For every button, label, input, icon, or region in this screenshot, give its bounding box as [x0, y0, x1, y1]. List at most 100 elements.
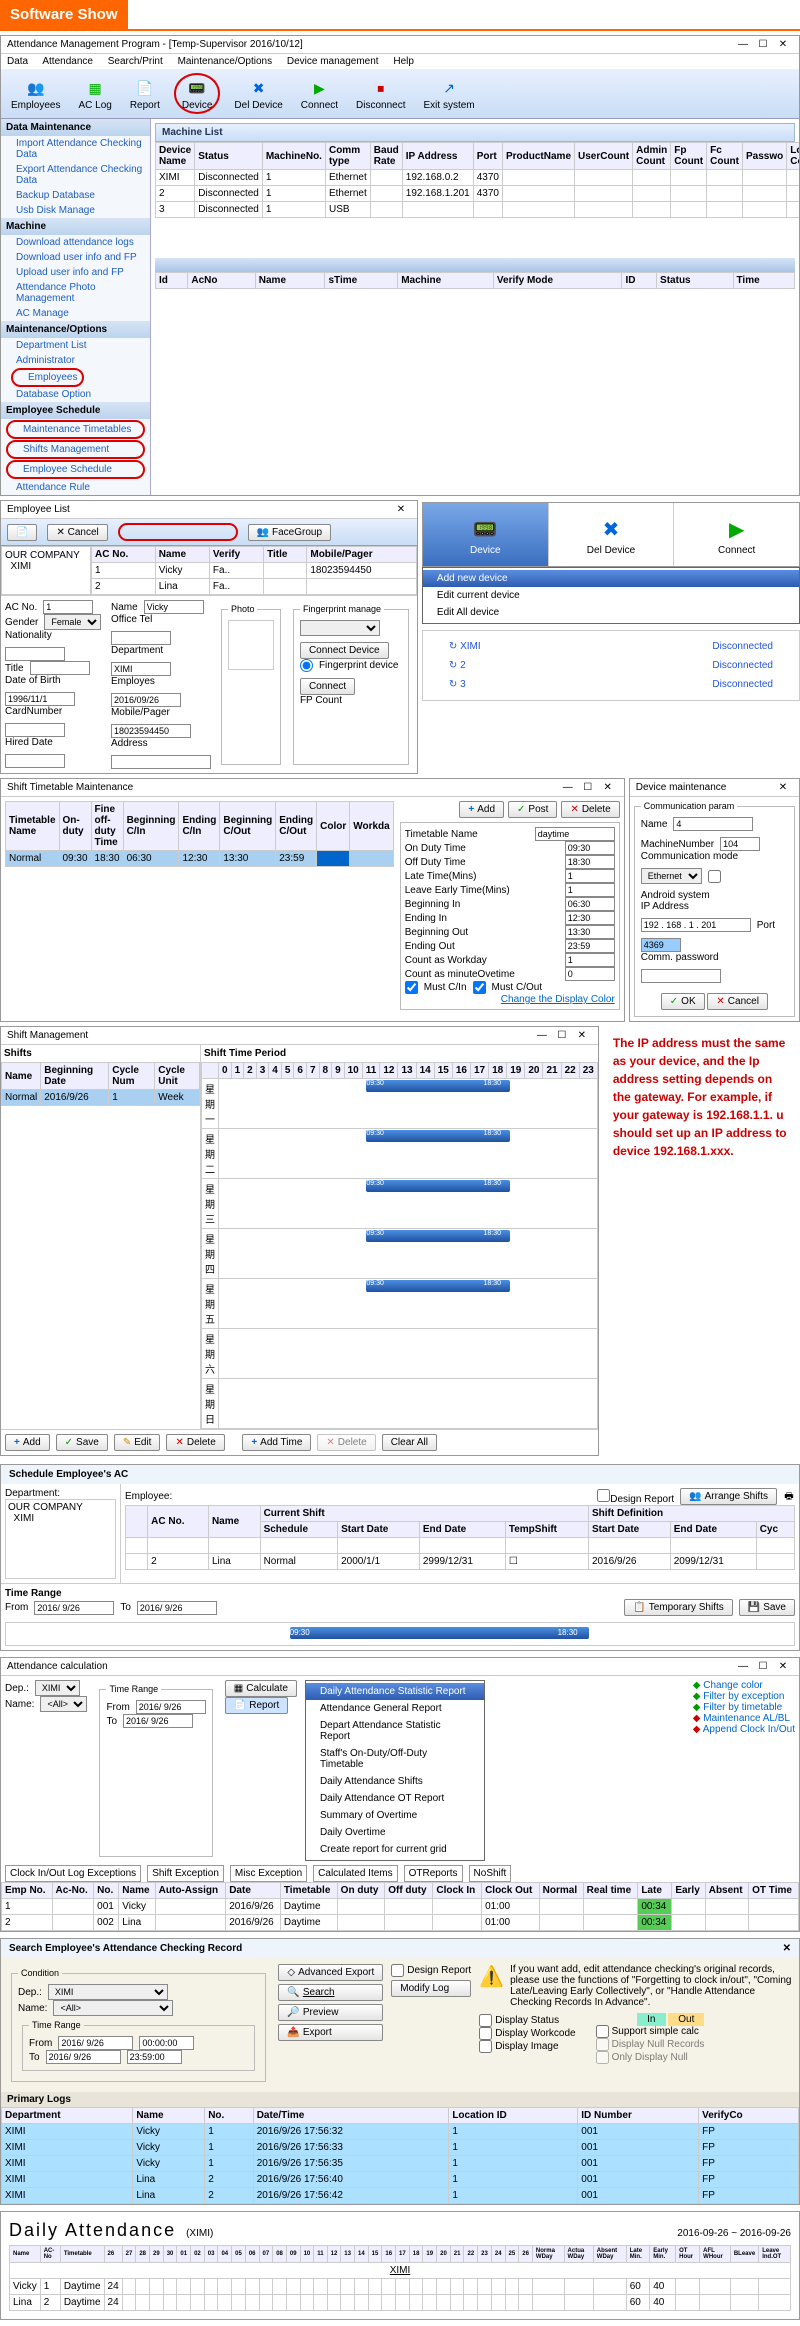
- rm-6[interactable]: Summary of Overtime: [306, 1807, 484, 1824]
- f-onduty[interactable]: [565, 841, 615, 855]
- side-admin[interactable]: Administrator: [1, 353, 150, 368]
- f-addr[interactable]: [111, 755, 211, 769]
- link-filter-tt[interactable]: Filter by timetable: [703, 1702, 782, 1713]
- table-row[interactable]: 1VickyFa..18023594450: [92, 563, 417, 579]
- f-bout[interactable]: [565, 925, 615, 939]
- rm-7[interactable]: Daily Overtime: [306, 1824, 484, 1841]
- menu-search[interactable]: Search/Print: [108, 56, 163, 67]
- menu-device[interactable]: Device management: [287, 56, 379, 67]
- btn-preview[interactable]: 🔎 Preview: [278, 2004, 383, 2021]
- f-bin[interactable]: [565, 897, 615, 911]
- btn-connect-device[interactable]: Connect Device: [300, 642, 389, 659]
- side-deptlist[interactable]: Department List: [1, 338, 150, 353]
- side-empsched[interactable]: Employee Schedule: [6, 460, 145, 479]
- calc-to[interactable]: [123, 1714, 193, 1728]
- side-rule[interactable]: Attendance Rule: [1, 480, 150, 495]
- ck-mustout[interactable]: [473, 981, 486, 994]
- ck-dw[interactable]: [479, 2027, 492, 2040]
- ck-mustin[interactable]: [405, 981, 418, 994]
- side-photo[interactable]: Attendance Photo Management: [1, 280, 150, 306]
- tb-device[interactable]: 📟Device: [174, 73, 221, 114]
- rm-5[interactable]: Daily Attendance OT Report: [306, 1790, 484, 1807]
- tb-report[interactable]: 📄Report: [126, 74, 164, 113]
- table-row[interactable]: XIMILina22016/9/26 17:56:401001FP: [2, 2172, 799, 2188]
- side-usb[interactable]: Usb Disk Manage: [1, 203, 150, 218]
- side-dl-logs[interactable]: Download attendance logs: [1, 235, 150, 250]
- side-dl-user[interactable]: Download user info and FP: [1, 250, 150, 265]
- s-tot[interactable]: [127, 2050, 182, 2064]
- rm-0[interactable]: Daily Attendance Statistic Report: [306, 1683, 484, 1700]
- dm-mn[interactable]: [720, 837, 760, 851]
- sm-edit[interactable]: Edit: [114, 1434, 161, 1451]
- sm-del[interactable]: Delete: [166, 1434, 224, 1451]
- ck-ssc[interactable]: [596, 2025, 609, 2038]
- tb-connect[interactable]: ▶Connect: [297, 74, 342, 113]
- table-row[interactable]: XIMIVicky12016/9/26 17:56:321001FP: [2, 2124, 799, 2140]
- sched-tree[interactable]: OUR COMPANY XIMI: [5, 1499, 116, 1579]
- btn-temp[interactable]: 📋 Temporary Shifts: [624, 1599, 732, 1616]
- f-offduty[interactable]: [565, 855, 615, 869]
- f-late[interactable]: [565, 869, 615, 883]
- btn-calculate[interactable]: ▦ Calculate: [225, 1680, 297, 1697]
- dm-mode[interactable]: Ethernet: [641, 868, 702, 884]
- table-row[interactable]: XIMIDisconnected1Ethernet192.168.0.24370: [156, 170, 800, 186]
- dm-android[interactable]: [708, 870, 721, 883]
- emp-new[interactable]: 📄: [7, 524, 37, 541]
- side-tt[interactable]: Maintenance Timetables: [6, 420, 145, 439]
- calc-from[interactable]: [136, 1700, 206, 1714]
- table-row[interactable]: XIMIVicky12016/9/26 17:56:331001FP: [2, 2140, 799, 2156]
- mi-edit[interactable]: Edit current device: [423, 587, 799, 604]
- link-chgcolor2[interactable]: Change color: [703, 1680, 762, 1691]
- min-icon[interactable]: —: [733, 39, 753, 50]
- btn-connect[interactable]: Connect: [300, 678, 355, 695]
- tb-exit[interactable]: ↗Exit system: [420, 74, 479, 113]
- side-ul-user[interactable]: Upload user info and FP: [1, 265, 150, 280]
- f-eout[interactable]: [565, 939, 615, 953]
- f-name[interactable]: [144, 600, 204, 614]
- zoom-deldevice[interactable]: ✖Del Device: [549, 503, 675, 566]
- f-dob[interactable]: [5, 692, 75, 706]
- btn-sched-save[interactable]: 💾 Save: [739, 1599, 795, 1616]
- f-cm[interactable]: [565, 967, 615, 981]
- f-dep[interactable]: [111, 662, 171, 676]
- btn-tt-post[interactable]: Post: [508, 801, 557, 818]
- f-title[interactable]: [30, 661, 90, 675]
- rm-3[interactable]: Staff's On-Duty/Off-Duty Timetable: [306, 1745, 484, 1773]
- side-acmanage[interactable]: AC Manage: [1, 306, 150, 321]
- table-row[interactable]: 3Disconnected1USB: [156, 202, 800, 218]
- emp-cancel[interactable]: ✕ Cancel: [47, 524, 107, 541]
- table-row[interactable]: XIMIVicky12016/9/26 17:56:351001FP: [2, 2156, 799, 2172]
- f-nat[interactable]: [5, 647, 65, 661]
- side-shifts[interactable]: Shifts Management: [6, 440, 145, 459]
- machine-list-tab[interactable]: Machine List: [155, 123, 795, 142]
- btn-arrange[interactable]: 👥 Arrange Shifts: [680, 1488, 777, 1505]
- table-row[interactable]: 2Disconnected1Ethernet192.168.1.2014370: [156, 186, 800, 202]
- tab-5[interactable]: NoShift: [469, 1865, 512, 1882]
- f-otel[interactable]: [111, 631, 171, 645]
- tab-1[interactable]: Shift Exception: [147, 1865, 224, 1882]
- calc-dep[interactable]: XIMI: [35, 1680, 80, 1696]
- btn-export[interactable]: 📤 Export: [278, 2024, 383, 2041]
- fp-dev-sel[interactable]: [300, 620, 380, 636]
- s-fromt[interactable]: [139, 2036, 194, 2050]
- zoom-device[interactable]: 📟Device: [423, 503, 549, 566]
- link-filter-ex[interactable]: Filter by exception: [703, 1691, 784, 1702]
- mi-editall[interactable]: Edit All device: [423, 604, 799, 621]
- s-from[interactable]: [58, 2036, 133, 2050]
- mi-add[interactable]: Add new device: [423, 570, 799, 587]
- f-leave[interactable]: [565, 883, 615, 897]
- f-ttname[interactable]: [535, 827, 615, 841]
- close-icon[interactable]: ✕: [783, 1943, 791, 1954]
- f-hired[interactable]: [5, 754, 65, 768]
- rm-2[interactable]: Depart Attendance Statistic Report: [306, 1717, 484, 1745]
- rm-1[interactable]: Attendance General Report: [306, 1700, 484, 1717]
- f-mob[interactable]: [111, 724, 191, 738]
- f-gender[interactable]: Female: [44, 614, 101, 630]
- tb-employees[interactable]: 👥Employees: [7, 74, 64, 113]
- menu-data[interactable]: Data: [7, 56, 28, 67]
- sm-add[interactable]: Add: [5, 1434, 50, 1451]
- side-dbopt[interactable]: Database Option: [1, 387, 150, 402]
- r-fpdev[interactable]: [300, 659, 313, 672]
- tab-0[interactable]: Clock In/Out Log Exceptions: [5, 1865, 141, 1882]
- tab-2[interactable]: Misc Exception: [230, 1865, 307, 1882]
